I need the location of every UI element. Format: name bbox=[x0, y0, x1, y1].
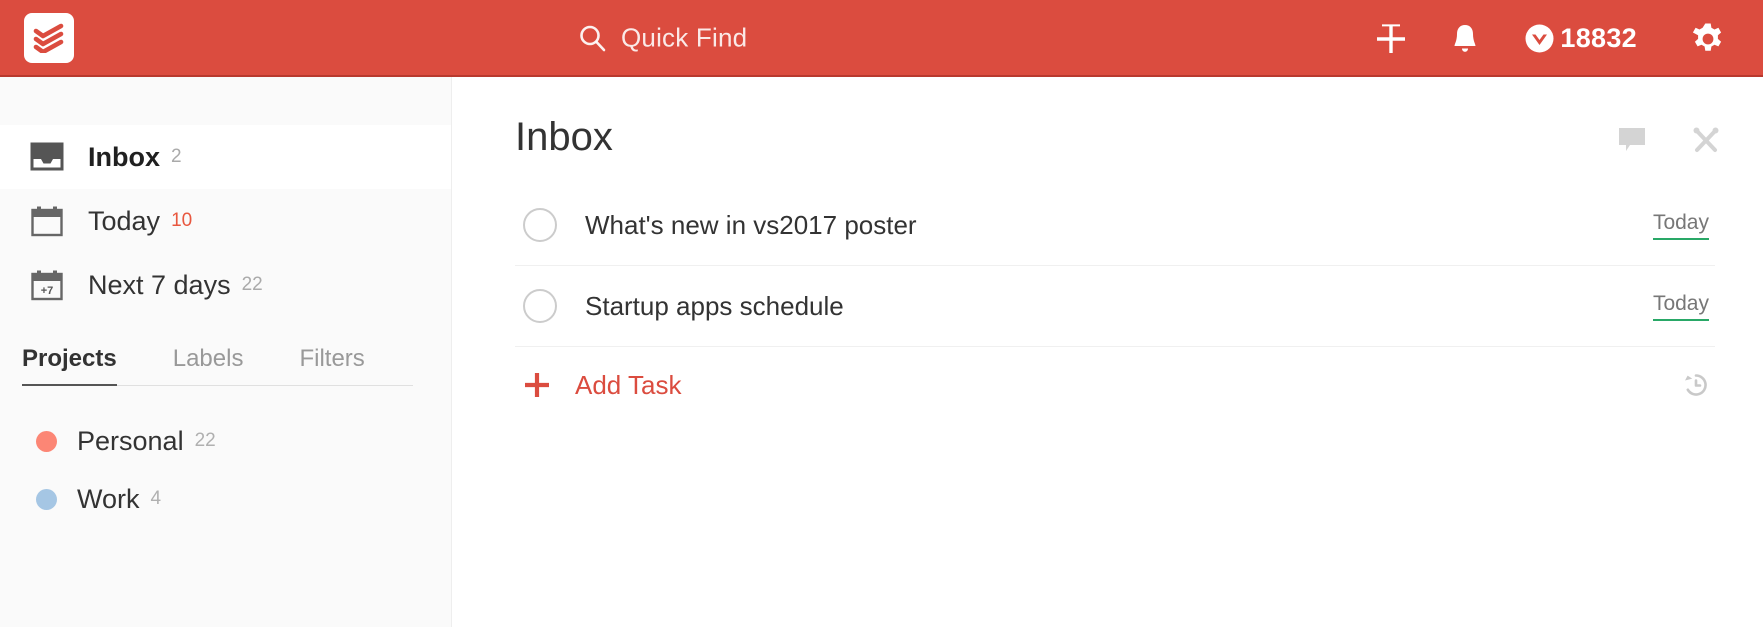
sidebar-item-count: 10 bbox=[171, 210, 193, 231]
task-title: What's new in vs2017 poster bbox=[585, 209, 917, 240]
sidebar-item-next-7-days[interactable]: +7 Next 7 days 22 bbox=[0, 253, 451, 317]
project-color-dot bbox=[36, 430, 57, 452]
task-checkbox[interactable] bbox=[523, 208, 557, 242]
sidebar-nav: Inbox 2 Today 10 +7 Next 7 days 22 bbox=[0, 77, 451, 317]
list-item[interactable]: Personal 22 bbox=[0, 412, 451, 470]
tab-label: Filters bbox=[299, 345, 365, 372]
gear-icon bbox=[1691, 22, 1725, 56]
todoist-app: Quick Find 18832 Inbox 2 Today 10 +7 Nex… bbox=[0, 0, 1763, 627]
tab-label: Projects bbox=[22, 345, 117, 372]
inbox-icon bbox=[28, 142, 66, 172]
add-task-row[interactable]: Add Task bbox=[523, 347, 1715, 423]
page-title: Inbox bbox=[515, 115, 613, 159]
sidebar-tabs: Projects Labels Filters bbox=[22, 345, 413, 386]
comment-icon[interactable] bbox=[1617, 126, 1647, 154]
bell-icon bbox=[1450, 23, 1480, 55]
karma-count: 18832 bbox=[1560, 23, 1637, 53]
task-due-date[interactable]: Today bbox=[1652, 292, 1709, 321]
next7days-calendar-icon: +7 bbox=[28, 269, 66, 301]
sidebar: Inbox 2 Today 10 +7 Next 7 days 22 Proje… bbox=[0, 77, 452, 627]
project-label: Personal bbox=[77, 425, 184, 456]
sidebar-item-count: 2 bbox=[171, 146, 182, 167]
project-color-dot bbox=[36, 488, 57, 510]
task-list: What's new in vs2017 poster Today Startu… bbox=[515, 185, 1715, 423]
notifications-button[interactable] bbox=[1428, 0, 1502, 77]
quick-find-label: Quick Find bbox=[621, 22, 748, 52]
karma-button[interactable]: 18832 bbox=[1524, 23, 1637, 54]
plus-icon[interactable] bbox=[523, 371, 551, 399]
top-bar-actions: 18832 bbox=[1354, 0, 1763, 77]
karma-chevron-icon bbox=[1524, 23, 1555, 54]
tab-filters[interactable]: Filters bbox=[299, 345, 364, 385]
project-label: Work bbox=[77, 483, 140, 514]
sidebar-item-count: 22 bbox=[241, 274, 263, 295]
task-due-date[interactable]: Today bbox=[1652, 211, 1709, 240]
sidebar-item-inbox[interactable]: Inbox 2 bbox=[0, 125, 451, 189]
settings-button[interactable] bbox=[1671, 0, 1745, 77]
main-header: Inbox bbox=[453, 77, 1763, 185]
search-icon bbox=[578, 23, 607, 52]
main-actions bbox=[1617, 125, 1721, 155]
sidebar-item-label: Today bbox=[88, 205, 161, 236]
top-bar: Quick Find 18832 bbox=[0, 0, 1763, 77]
tab-projects[interactable]: Projects bbox=[22, 345, 117, 386]
table-row[interactable]: What's new in vs2017 poster Today bbox=[515, 185, 1715, 266]
project-list: Personal 22 Work 4 bbox=[0, 412, 451, 528]
plus-icon bbox=[1374, 22, 1408, 56]
svg-text:+7: +7 bbox=[41, 285, 54, 297]
tab-labels[interactable]: Labels bbox=[173, 345, 244, 385]
sidebar-item-today[interactable]: Today 10 bbox=[0, 189, 451, 253]
todoist-logo-icon[interactable] bbox=[24, 12, 74, 63]
sidebar-item-label: Next 7 days bbox=[88, 269, 231, 300]
tab-label: Labels bbox=[172, 345, 244, 372]
list-item[interactable]: Work 4 bbox=[0, 470, 451, 528]
table-row[interactable]: Startup apps schedule Today bbox=[515, 266, 1715, 347]
project-count: 4 bbox=[150, 488, 162, 509]
project-count: 22 bbox=[194, 430, 216, 451]
sidebar-item-label: Inbox bbox=[88, 141, 160, 172]
history-icon[interactable] bbox=[1681, 370, 1711, 400]
task-checkbox[interactable] bbox=[523, 289, 557, 323]
task-title: Startup apps schedule bbox=[585, 290, 844, 321]
add-task-label[interactable]: Add Task bbox=[575, 370, 681, 401]
today-calendar-icon bbox=[28, 205, 66, 237]
quick-find-button[interactable]: Quick Find bbox=[578, 22, 747, 53]
tools-icon[interactable] bbox=[1691, 125, 1721, 155]
add-task-button[interactable] bbox=[1354, 0, 1428, 77]
main-content: Inbox What's new in vs2017 poster Today … bbox=[453, 77, 1763, 627]
